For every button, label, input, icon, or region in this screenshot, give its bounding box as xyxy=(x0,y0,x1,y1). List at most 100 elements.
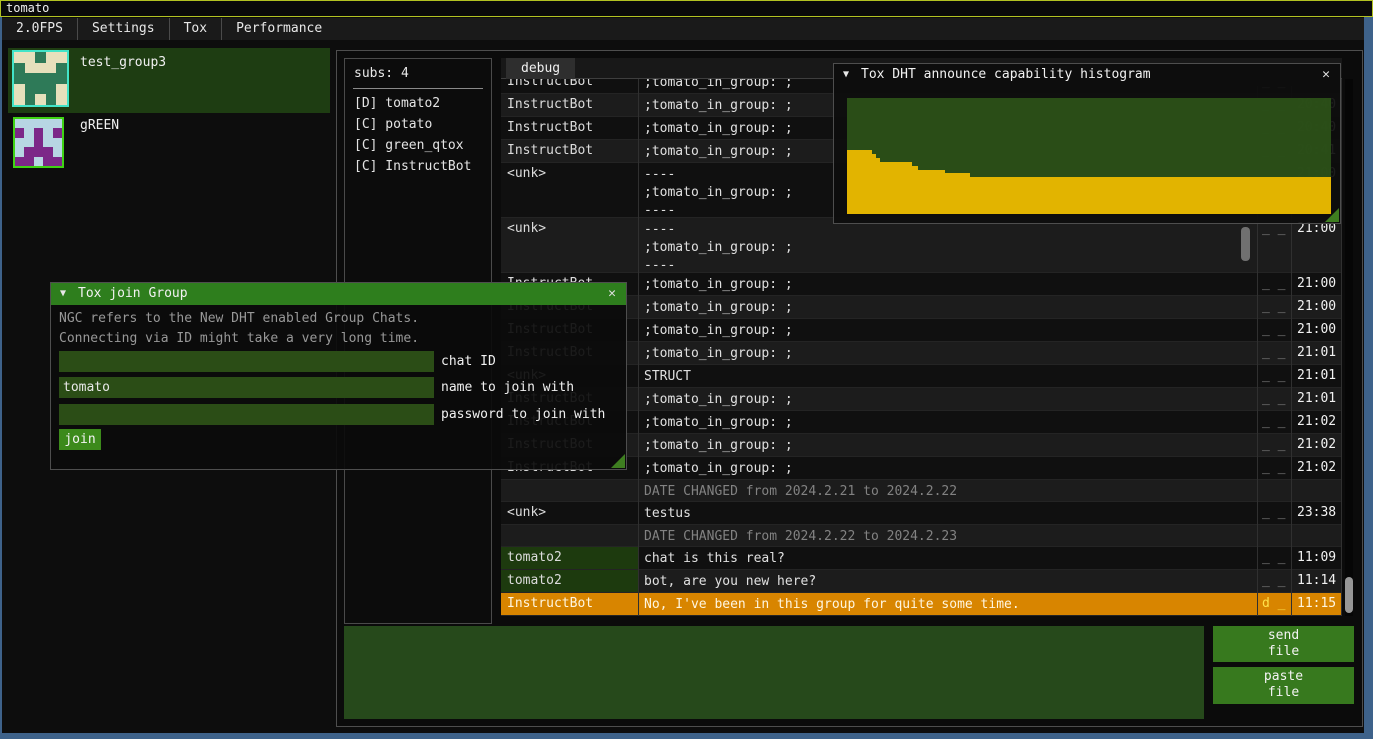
status-cell: _ _ xyxy=(1257,319,1291,341)
status-cell: _ _ xyxy=(1257,457,1291,479)
message-cell: ;tomato_in_group: ; xyxy=(638,411,1257,433)
timestamp-cell: 23:38 xyxy=(1291,502,1342,524)
join-group-title: Tox join Group xyxy=(78,283,188,305)
message-cell: No, I've been in this group for quite so… xyxy=(638,593,1257,615)
message-cell-scrollbar-thumb[interactable] xyxy=(1241,227,1250,261)
status-cell: _ _ xyxy=(1257,218,1291,272)
sender-cell: InstructBot xyxy=(501,140,638,162)
message-row[interactable]: InstructBot;tomato_in_group: ;_ _21:00 xyxy=(501,296,1342,319)
join-group-titlebar[interactable]: ▼ Tox join Group ✕ xyxy=(51,283,626,305)
message-cell: testus xyxy=(638,502,1257,524)
window-border-left xyxy=(0,17,2,739)
histogram-bar xyxy=(918,170,945,214)
join-group-window: ▼ Tox join Group ✕ NGC refers to the New… xyxy=(50,282,627,470)
status-cell: _ _ xyxy=(1257,434,1291,456)
menu-item-tox[interactable]: Tox xyxy=(169,18,221,40)
message-input[interactable] xyxy=(344,626,1204,719)
dht-histogram-titlebar[interactable]: ▼ Tox DHT announce capability histogram … xyxy=(834,64,1340,86)
resize-grip[interactable] xyxy=(611,454,625,468)
message-cell: ;tomato_in_group: ; xyxy=(638,434,1257,456)
window-title: tomato xyxy=(6,1,49,15)
group-item-gREEN[interactable]: gREEN xyxy=(8,115,330,175)
message-row[interactable]: tomato2chat is this real?_ _11:09 xyxy=(501,547,1342,570)
resize-grip[interactable] xyxy=(1325,208,1339,222)
group-item-test_group3[interactable]: test_group3 xyxy=(8,48,330,113)
sender-cell: InstructBot xyxy=(501,94,638,116)
timestamp-cell: 21:00 xyxy=(1291,319,1342,341)
message-row[interactable]: <unk>---- ;tomato_in_group: ; ----_ _21:… xyxy=(501,218,1342,273)
menu-item-2-0fps[interactable]: 2.0FPS xyxy=(2,18,77,40)
timestamp-cell: 21:00 xyxy=(1291,296,1342,318)
histogram-bar xyxy=(944,173,970,214)
status-cell: _ _ xyxy=(1257,388,1291,410)
join-desc-line2: Connecting via ID might take a very long… xyxy=(59,331,419,346)
join-desc-line1: NGC refers to the New DHT enabled Group … xyxy=(59,311,419,326)
collapse-icon[interactable]: ▼ xyxy=(843,64,849,86)
status-cell: _ _ xyxy=(1257,342,1291,364)
histogram-bar xyxy=(880,162,912,214)
status-cell: _ _ xyxy=(1257,365,1291,387)
message-cell: chat is this real? xyxy=(638,547,1257,569)
members-separator xyxy=(353,88,483,89)
message-cell: ;tomato_in_group: ; xyxy=(638,273,1257,295)
timestamp-cell: 11:15 xyxy=(1291,593,1342,615)
join-button[interactable]: join xyxy=(59,429,101,450)
message-row[interactable]: InstructBot;tomato_in_group: ;_ _21:01 xyxy=(501,388,1342,411)
column-separator xyxy=(1341,79,1342,616)
message-row[interactable]: InstructBot;tomato_in_group: ;_ _21:02 xyxy=(501,434,1342,457)
collapse-icon[interactable]: ▼ xyxy=(60,283,66,305)
menu-item-performance[interactable]: Performance xyxy=(221,18,336,40)
status-cell: _ _ xyxy=(1257,547,1291,569)
timestamp-cell: 21:01 xyxy=(1291,365,1342,387)
system-row[interactable]: DATE CHANGED from 2024.2.21 to 2024.2.22 xyxy=(501,480,1342,502)
message-row[interactable]: InstructBot;tomato_in_group: ;_ _21:01 xyxy=(501,342,1342,365)
window-titlebar[interactable]: tomato xyxy=(0,0,1373,17)
system-row[interactable]: DATE CHANGED from 2024.2.22 to 2024.2.23 xyxy=(501,525,1342,547)
message-row[interactable]: InstructBot;tomato_in_group: ;_ _21:02 xyxy=(501,457,1342,480)
message-row[interactable]: InstructBot;tomato_in_group: ;_ _21:00 xyxy=(501,273,1342,296)
join-name-field[interactable] xyxy=(59,377,434,398)
chat-id-label: chat ID xyxy=(441,351,496,372)
join-password-field[interactable] xyxy=(59,404,434,425)
timestamp-cell: 21:00 xyxy=(1291,273,1342,295)
timestamp-cell: 21:02 xyxy=(1291,434,1342,456)
member-item[interactable]: [C] InstructBot xyxy=(345,156,491,177)
chat-id-field[interactable] xyxy=(59,351,434,372)
member-item[interactable]: [C] green_qtox xyxy=(345,135,491,156)
message-cell: ;tomato_in_group: ; xyxy=(638,388,1257,410)
message-cell: STRUCT xyxy=(638,365,1257,387)
chat-scrollbar-track[interactable] xyxy=(1345,79,1353,616)
menu-item-settings[interactable]: Settings xyxy=(77,18,169,40)
member-item[interactable]: [C] potato xyxy=(345,114,491,135)
message-row[interactable]: <unk>STRUCT_ _21:01 xyxy=(501,365,1342,388)
chat-scrollbar-thumb[interactable] xyxy=(1345,577,1353,613)
status-cell: _ _ xyxy=(1257,502,1291,524)
dht-histogram-title: Tox DHT announce capability histogram xyxy=(861,64,1151,86)
close-icon[interactable]: ✕ xyxy=(604,283,620,305)
close-icon[interactable]: ✕ xyxy=(1318,64,1334,86)
members-count-label: subs: 4 xyxy=(345,59,491,81)
histogram-bar xyxy=(969,177,1331,214)
timestamp-cell: 11:14 xyxy=(1291,570,1342,592)
join-password-label: password to join with xyxy=(441,404,605,425)
message-row[interactable]: InstructBotNo, I've been in this group f… xyxy=(501,593,1342,616)
sender-cell: <unk> xyxy=(501,163,638,217)
app-screen: tomato 2.0FPSSettingsToxPerformance test… xyxy=(0,0,1373,739)
send-file-button[interactable]: send file xyxy=(1213,626,1354,662)
group-avatar xyxy=(13,117,64,168)
message-cell: ---- ;tomato_in_group: ; ---- xyxy=(638,218,1257,272)
message-cell: DATE CHANGED from 2024.2.22 to 2024.2.23 xyxy=(638,525,1257,546)
status-cell: _ _ xyxy=(1257,411,1291,433)
tab-debug[interactable]: debug xyxy=(506,58,575,79)
dht-histogram-window: ▼ Tox DHT announce capability histogram … xyxy=(833,63,1341,224)
message-row[interactable]: tomato2bot, are you new here?_ _11:14 xyxy=(501,570,1342,593)
window-border-bottom xyxy=(0,733,1373,739)
status-cell: _ _ xyxy=(1257,273,1291,295)
menu-bar: 2.0FPSSettingsToxPerformance xyxy=(2,18,1364,40)
message-row[interactable]: InstructBot;tomato_in_group: ;_ _21:02 xyxy=(501,411,1342,434)
member-item[interactable]: [D] tomato2 xyxy=(345,93,491,114)
paste-file-button[interactable]: paste file xyxy=(1213,667,1354,704)
message-row[interactable]: InstructBot;tomato_in_group: ;_ _21:00 xyxy=(501,319,1342,342)
message-row[interactable]: <unk>testus_ _23:38 xyxy=(501,502,1342,525)
timestamp-cell: 21:01 xyxy=(1291,342,1342,364)
